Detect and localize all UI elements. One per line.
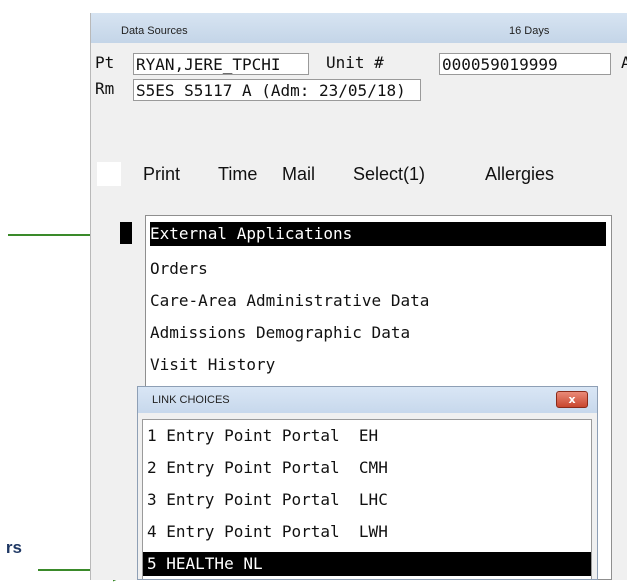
pt-label: Pt (95, 53, 115, 72)
unit-label: Unit # (326, 53, 384, 72)
link-choice-3[interactable]: 3 Entry Point Portal LHC (147, 488, 388, 512)
link-choice-2[interactable]: 2 Entry Point Portal CMH (147, 456, 388, 480)
link-choice-5[interactable]: 5 HEALTHe NL (143, 552, 591, 576)
link-choices-title: LINK CHOICES (152, 394, 230, 406)
unit-number-field[interactable]: 000059019999 (439, 53, 611, 75)
list-item-admissions-demographic[interactable]: Admissions Demographic Data (150, 321, 410, 345)
rm-label: Rm (95, 79, 115, 98)
window-titlebar: Data Sources 16 Days (91, 13, 627, 43)
menu-select[interactable]: Select(1) (353, 164, 425, 185)
room-field[interactable]: S5ES S5117 A (Adm: 23/05/18) (133, 79, 421, 101)
close-icon: x (568, 393, 576, 406)
annotation-side-label: rs (5, 538, 22, 557)
link-choice-4[interactable]: 4 Entry Point Portal LWH (147, 520, 388, 544)
window-title: Data Sources (121, 25, 188, 37)
list-item-external-applications[interactable]: External Applications (150, 222, 606, 246)
menu-mail[interactable]: Mail (282, 164, 315, 185)
menu-time[interactable]: Time (218, 164, 257, 185)
menu-print[interactable]: Print (143, 164, 180, 185)
link-choices-list[interactable]: 1 Entry Point Portal EH 2 Entry Point Po… (142, 419, 592, 579)
menu-allergies[interactable]: Allergies (485, 164, 554, 185)
menu-checkbox[interactable] (97, 162, 121, 186)
link-choices-titlebar: LINK CHOICES x (138, 387, 597, 413)
list-row-marker (120, 222, 132, 244)
patient-name-field[interactable]: RYAN,JERE_TPCHI (133, 53, 309, 75)
link-choices-dialog: LINK CHOICES x 1 Entry Point Portal EH 2… (137, 386, 598, 580)
list-item-care-area-admin[interactable]: Care-Area Administrative Data (150, 289, 429, 313)
days-indicator: 16 Days (509, 25, 550, 37)
link-choice-1[interactable]: 1 Entry Point Portal EH (147, 424, 378, 448)
list-item-orders[interactable]: Orders (150, 257, 208, 281)
list-item-visit-history[interactable]: Visit History (150, 353, 275, 377)
trailing-field-label: A (621, 53, 627, 72)
menu-bar: Print Time Mail Select(1) Allergies (91, 158, 627, 194)
close-button[interactable]: x (556, 391, 588, 408)
